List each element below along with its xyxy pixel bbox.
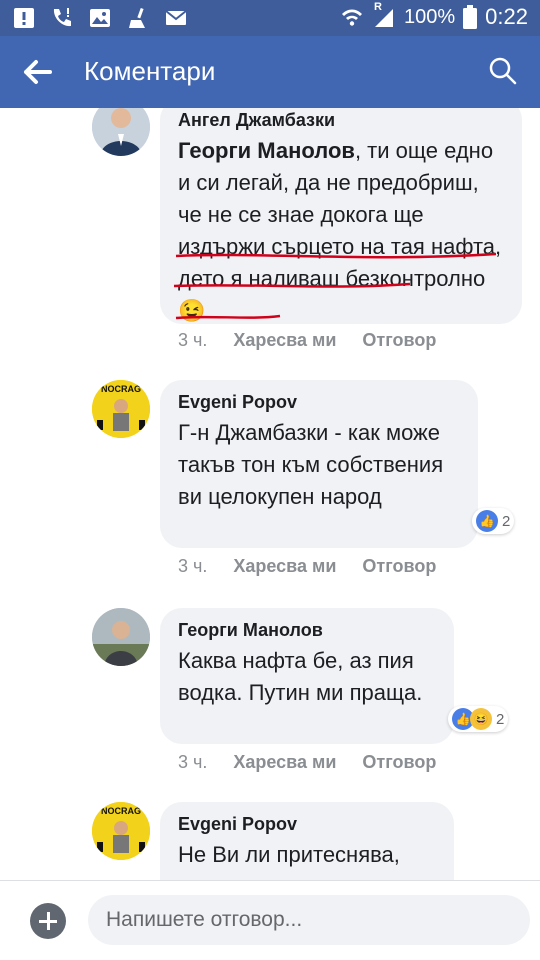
avatar-text: NOCRAG [101, 806, 141, 816]
system-indicators: R 100% 0:22 [340, 1, 528, 30]
battery-percent: 100% [404, 5, 456, 28]
comment-bubble: Георги Манолов Каква нафта бе, аз пия во… [160, 608, 454, 744]
reply-button[interactable]: Отговор [362, 330, 436, 351]
comment-actions: 3 ч. Харесва ми Отговор [178, 556, 436, 577]
mail-icon [165, 10, 187, 25]
gallery-icon [90, 9, 110, 27]
reaction-count: 2 [496, 710, 505, 728]
reaction-count: 2 [502, 512, 511, 530]
like-reaction-icon: 👍 [476, 510, 498, 532]
comment-time: 3 ч. [178, 752, 208, 772]
haha-reaction-icon: 😆 [470, 708, 492, 730]
clock: 0:22 [485, 4, 528, 29]
reply-button[interactable]: Отговор [362, 556, 436, 577]
avatar[interactable] [92, 608, 150, 666]
like-button[interactable]: Харесва ми [233, 556, 336, 577]
like-button[interactable]: Харесва ми [233, 752, 336, 773]
reply-button[interactable]: Отговор [362, 752, 436, 773]
comment-actions: 3 ч. Харесва ми Отговор [178, 330, 436, 351]
comment-bubble: Evgeni Popov Г-н Джамбазки - как може та… [160, 380, 478, 548]
reactions-summary[interactable]: 👍 😆 2 [448, 706, 509, 732]
comment-time: 3 ч. [178, 556, 208, 576]
comment-author[interactable]: Evgeni Popov [178, 814, 436, 835]
search-icon[interactable] [488, 56, 518, 86]
avatar[interactable] [92, 108, 150, 156]
reply-composer [0, 880, 540, 960]
add-attachment-icon[interactable] [30, 903, 66, 939]
reply-input[interactable] [88, 895, 530, 945]
phone-alert-icon [53, 8, 71, 27]
reactions-summary[interactable]: 👍 2 [472, 508, 515, 534]
red-underline-annotation [173, 252, 497, 320]
avatar-text: NOCRAG [101, 384, 141, 394]
notification-icons [12, 6, 188, 30]
wifi-icon [342, 9, 363, 26]
avatar[interactable]: NOCRAG [92, 380, 150, 438]
network-label: R [374, 1, 382, 13]
comment-author[interactable]: Георги Манолов [178, 620, 436, 641]
status-bar: R 100% 0:22 [0, 0, 540, 36]
comment-body: Каква нафта бе, аз пия водка. Путин ми п… [178, 648, 423, 705]
comment-author[interactable]: Evgeni Popov [178, 392, 460, 413]
signal-icon: R [372, 1, 396, 29]
app-bar: Коментари [0, 36, 540, 108]
comment-author[interactable]: Ангел Джамбазки [178, 110, 504, 131]
like-button[interactable]: Харесва ми [233, 330, 336, 351]
comments-list: Ангел Джамбазки Георги Манолов, ти още е… [0, 108, 540, 880]
alert-icon [14, 8, 34, 28]
comment-bubble: Evgeni Popov Не Ви ли притеснява, [160, 802, 454, 880]
comment-body: Не Ви ли притеснява, [178, 842, 400, 867]
avatar[interactable]: NOCRAG [92, 802, 150, 860]
comment-actions: 3 ч. Харесва ми Отговор [178, 752, 436, 773]
broom-icon [129, 7, 145, 28]
comment-time: 3 ч. [178, 330, 208, 350]
comment-body: Г-н Джамбазки - как може такъв тон към с… [178, 420, 444, 509]
back-arrow-icon[interactable] [22, 56, 54, 88]
mention-link[interactable]: Георги Манолов [178, 138, 355, 163]
battery-icon [463, 5, 478, 29]
page-title: Коментари [84, 56, 216, 86]
